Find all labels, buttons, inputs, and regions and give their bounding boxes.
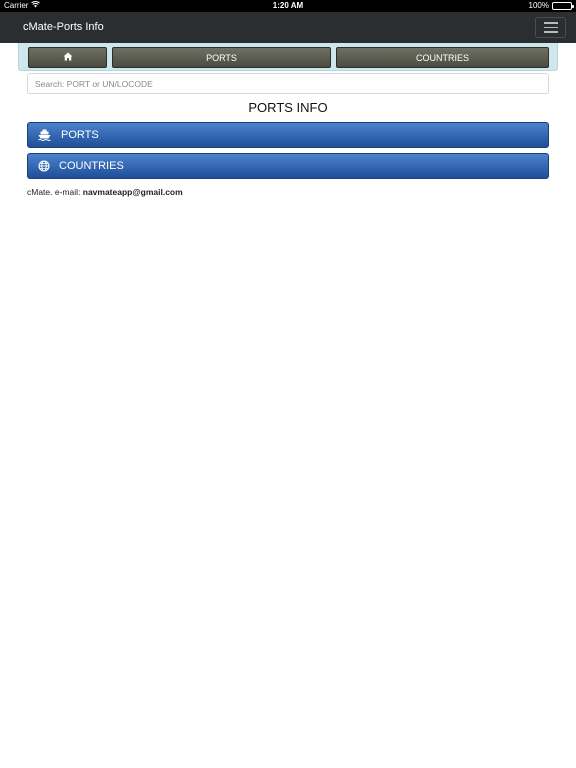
footer-prefix: cMate. e-mail: [27, 187, 83, 197]
tab-ports[interactable]: PORTS [112, 47, 331, 68]
app-title: cMate-Ports Info [23, 21, 104, 33]
home-icon [63, 52, 73, 63]
hamburger-menu-icon[interactable] [535, 17, 566, 38]
footer-contact: cMate. e-mail: navmateapp@gmail.com [27, 187, 183, 197]
page-title: PORTS INFO [248, 100, 328, 115]
status-time: 1:20 AM [272, 1, 304, 10]
countries-button-label: COUNTRIES [59, 160, 124, 172]
battery-status: 100% [528, 0, 574, 12]
ports-button[interactable]: PORTS [27, 122, 549, 148]
countries-button[interactable]: COUNTRIES [27, 153, 549, 179]
battery-percent: 100% [528, 1, 549, 10]
email-link[interactable]: navmateapp@gmail.com [83, 187, 183, 197]
navbar: cMate-Ports Info [0, 12, 576, 43]
tab-bar: PORTS COUNTRIES [18, 43, 558, 71]
search-input[interactable] [27, 73, 549, 94]
tab-countries[interactable]: COUNTRIES [336, 47, 549, 68]
tab-home[interactable] [28, 47, 107, 68]
ship-icon [37, 128, 51, 142]
battery-icon [552, 2, 574, 10]
status-bar: Carrier 1:20 AM 100% [0, 0, 576, 12]
globe-icon [37, 159, 51, 173]
ports-button-label: PORTS [61, 129, 99, 141]
